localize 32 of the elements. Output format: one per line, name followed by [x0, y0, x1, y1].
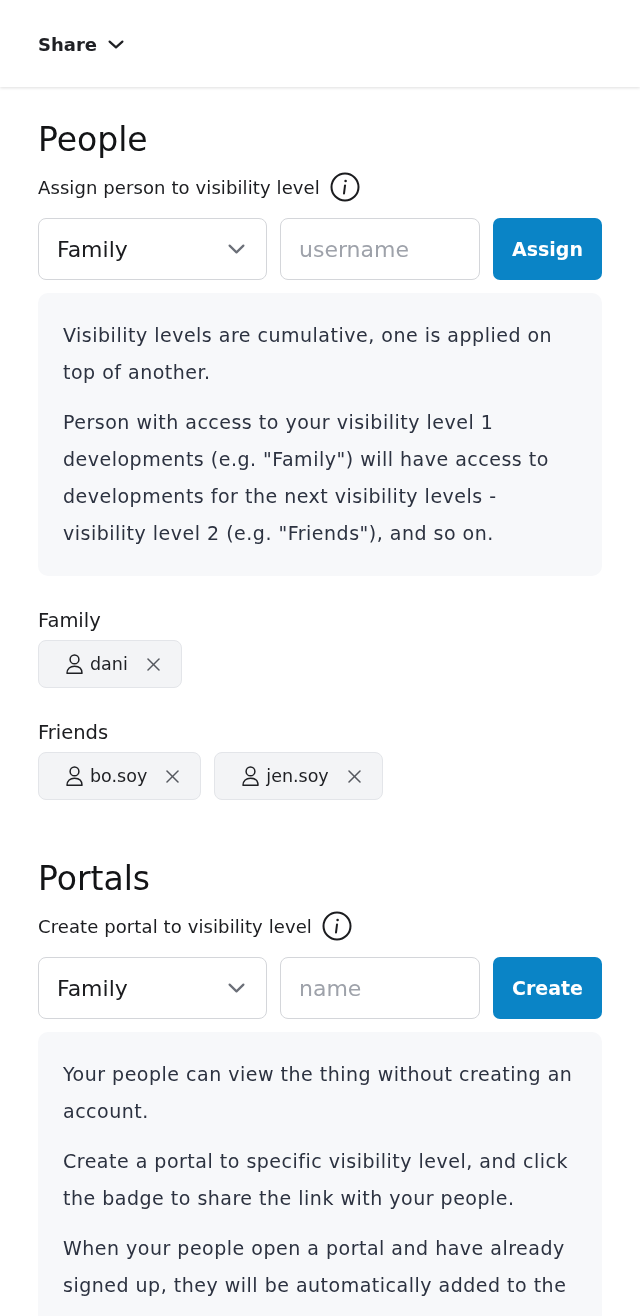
submit-button[interactable]: Assign [493, 218, 602, 280]
info-text: Visibility levels are cumulative, one is applied on top of another. [63, 323, 554, 385]
form-label: Assign person to visibility level [38, 176, 320, 198]
info-text: Create a portal to specific visibility level, and click the badge to share the link with your people. [63, 1149, 570, 1211]
person-icon [66, 653, 83, 675]
person-icon [242, 765, 260, 787]
group-label: Friends [38, 720, 109, 746]
form-label: Create portal to visibility level [38, 915, 312, 937]
text-field[interactable]: name [280, 957, 480, 1019]
chip-username: bo.soy [90, 766, 148, 786]
close-icon[interactable] [166, 769, 180, 783]
close-icon[interactable] [347, 769, 361, 783]
level-select[interactable]: Family [38, 957, 267, 1019]
chevron-down-icon [228, 244, 245, 254]
submit-button[interactable]: Create [493, 957, 602, 1019]
info-icon[interactable] [329, 172, 360, 202]
section-heading: Portals [38, 859, 150, 899]
group-label: Family [38, 608, 101, 634]
chip-username: dani [90, 654, 128, 674]
section-heading: People [38, 120, 148, 160]
chip-username: jen.soy [266, 766, 329, 786]
info-text: Person with access to your visibility level 1 developments (e.g. "Family") will have access to developments for the next visibility levels - visibility level 2 (e.g. "Friends"), and so on. [63, 410, 550, 546]
chevron-down-icon [108, 39, 124, 49]
close-icon[interactable] [146, 657, 160, 671]
chevron-down-icon [228, 983, 245, 993]
share-menu-button[interactable]: Share [38, 30, 124, 58]
level-select[interactable]: Family [38, 218, 267, 280]
info-text: Your people can view the thing without creating an account. [63, 1062, 574, 1124]
person-icon [66, 765, 83, 787]
info-icon[interactable] [321, 911, 352, 941]
text-field[interactable]: username [280, 218, 480, 280]
info-text: When your people open a portal and have already signed up, they will be automatically added to the [63, 1236, 568, 1298]
